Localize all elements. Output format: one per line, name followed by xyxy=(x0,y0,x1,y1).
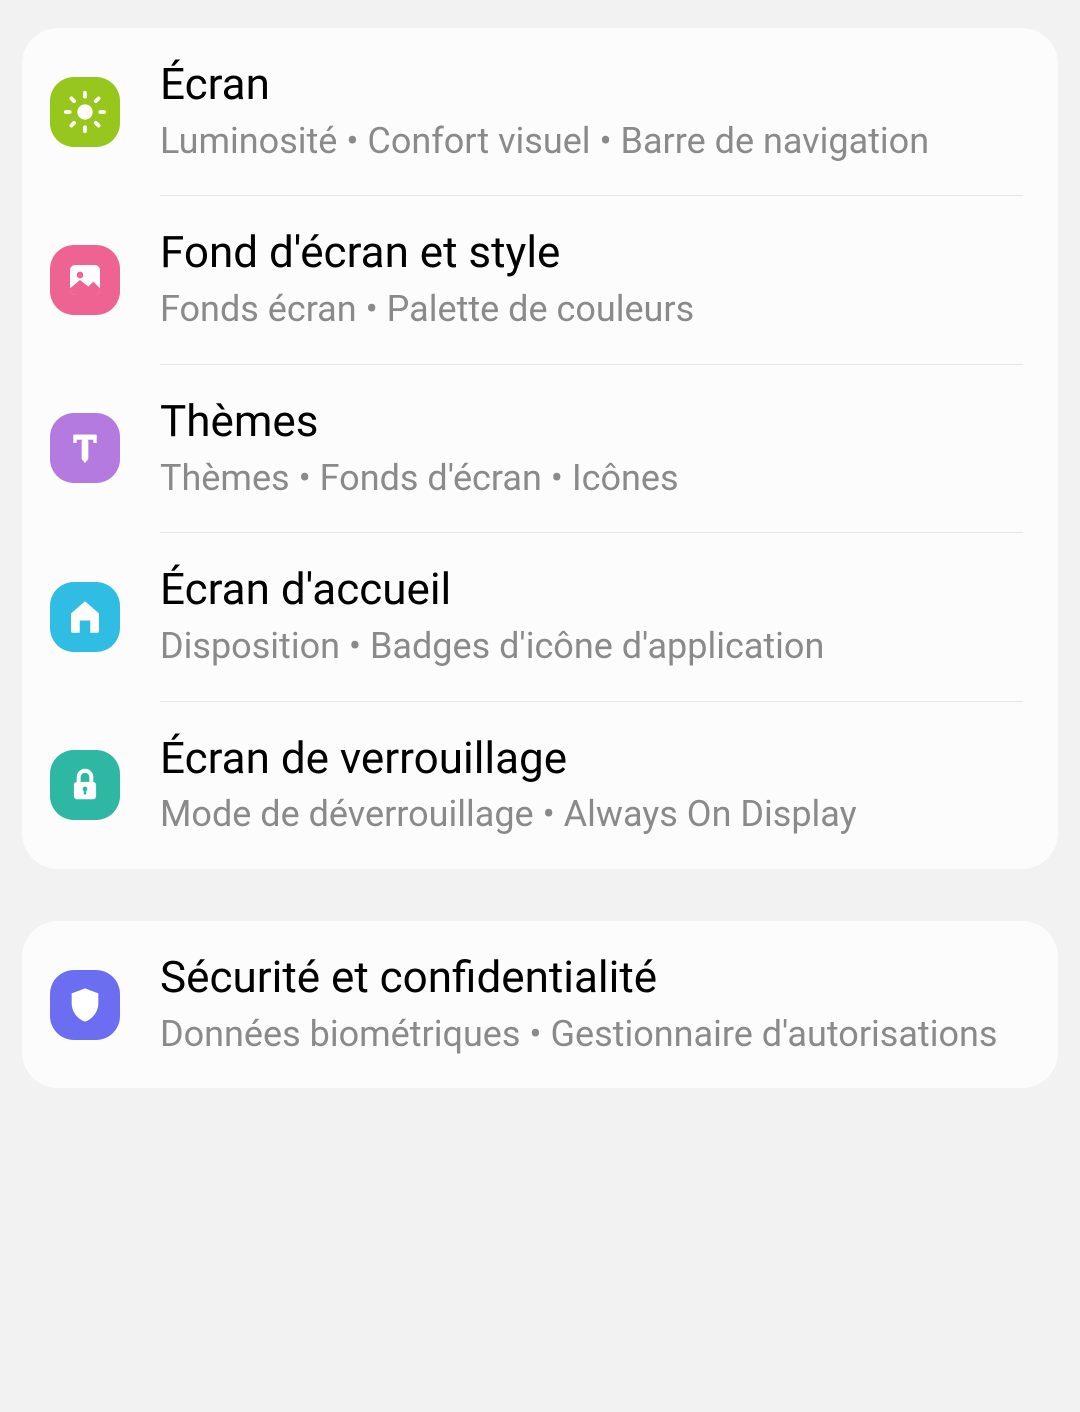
settings-item-text: Fond d'écran et style Fonds écran • Pale… xyxy=(160,226,1023,333)
settings-item-subtitle: Luminosité • Confort visuel • Barre de n… xyxy=(160,117,1023,166)
settings-item-title: Sécurité et confidentialité xyxy=(160,951,1023,1004)
settings-item-security[interactable]: Sécurité et confidentialité Données biom… xyxy=(22,921,1058,1088)
settings-item-text: Écran Luminosité • Confort visuel • Barr… xyxy=(160,58,1023,165)
settings-item-home[interactable]: Écran d'accueil Disposition • Badges d'i… xyxy=(22,533,1058,700)
lock-icon xyxy=(50,750,120,820)
settings-item-subtitle: Mode de déverrouillage • Always On Displ… xyxy=(160,790,1023,839)
settings-item-text: Écran de verrouillage Mode de déverrouil… xyxy=(160,732,1023,839)
settings-item-subtitle: Fonds écran • Palette de couleurs xyxy=(160,285,1023,334)
shield-icon xyxy=(50,970,120,1040)
settings-card-2: Sécurité et confidentialité Données biom… xyxy=(22,921,1058,1088)
settings-item-subtitle: Thèmes • Fonds d'écran • Icônes xyxy=(160,454,1023,503)
settings-item-subtitle: Disposition • Badges d'icône d'applicati… xyxy=(160,622,1023,671)
card-gap xyxy=(0,869,1080,921)
settings-item-themes[interactable]: Thèmes Thèmes • Fonds d'écran • Icônes xyxy=(22,365,1058,532)
settings-item-title: Écran d'accueil xyxy=(160,563,1023,616)
settings-item-title: Écran de verrouillage xyxy=(160,732,1023,785)
home-icon xyxy=(50,582,120,652)
wallpaper-icon xyxy=(50,245,120,315)
settings-item-wallpaper[interactable]: Fond d'écran et style Fonds écran • Pale… xyxy=(22,196,1058,363)
themes-icon xyxy=(50,413,120,483)
settings-item-display[interactable]: Écran Luminosité • Confort visuel • Barr… xyxy=(22,28,1058,195)
settings-item-title: Fond d'écran et style xyxy=(160,226,1023,279)
settings-item-text: Sécurité et confidentialité Données biom… xyxy=(160,951,1023,1058)
settings-item-lockscreen[interactable]: Écran de verrouillage Mode de déverrouil… xyxy=(22,702,1058,869)
settings-card-1: Écran Luminosité • Confort visuel • Barr… xyxy=(22,28,1058,869)
settings-item-text: Écran d'accueil Disposition • Badges d'i… xyxy=(160,563,1023,670)
settings-item-title: Thèmes xyxy=(160,395,1023,448)
settings-item-title: Écran xyxy=(160,58,1023,111)
settings-item-subtitle: Données biométriques • Gestionnaire d'au… xyxy=(160,1010,1023,1059)
settings-item-text: Thèmes Thèmes • Fonds d'écran • Icônes xyxy=(160,395,1023,502)
brightness-icon xyxy=(50,77,120,147)
